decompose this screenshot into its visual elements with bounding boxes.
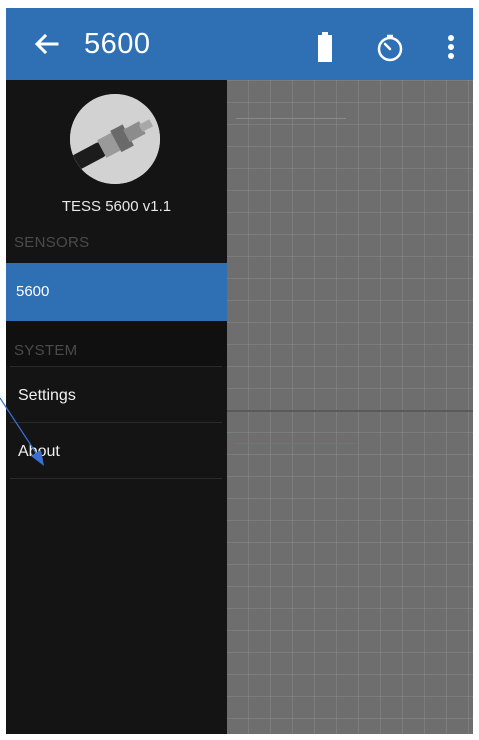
arrow-left-icon (34, 33, 59, 55)
graph-area (226, 80, 473, 734)
device-avatar (70, 94, 160, 184)
divider (10, 422, 222, 423)
overflow-menu-button[interactable] (444, 32, 458, 62)
timer-button[interactable] (376, 34, 404, 62)
page-title: 5600 (84, 28, 151, 60)
navigation-drawer: TESS 5600 v1.1 SENSORS 5600 SYSTEM Setti… (6, 80, 227, 734)
nav-item-label: About (18, 443, 60, 460)
nav-item-label: 5600 (16, 283, 50, 300)
timer-icon (377, 34, 403, 62)
divider (10, 478, 222, 479)
nav-item-settings[interactable]: Settings (6, 370, 227, 422)
battery-button[interactable] (318, 32, 332, 62)
nav-item-about[interactable]: About (6, 426, 227, 478)
nav-item-sensor-5600[interactable]: 5600 (6, 263, 227, 321)
section-header-system: SYSTEM (14, 342, 78, 359)
sensor-image-icon (70, 94, 160, 184)
more-vertical-icon (448, 35, 454, 59)
device-screen: 5600 TESS 5600 v1.1 SENSORS 5600 SYSTEM … (0, 0, 479, 740)
section-header-sensors: SENSORS (14, 234, 90, 251)
chart-trace (236, 118, 346, 119)
chart-trace (236, 443, 356, 444)
back-button[interactable] (32, 29, 62, 59)
nav-item-label: Settings (18, 387, 76, 404)
device-name: TESS 5600 v1.1 (61, 198, 172, 215)
battery-full-icon (318, 32, 332, 62)
chart-divider (226, 410, 473, 412)
app-bar: 5600 (6, 8, 473, 80)
divider (10, 366, 222, 367)
